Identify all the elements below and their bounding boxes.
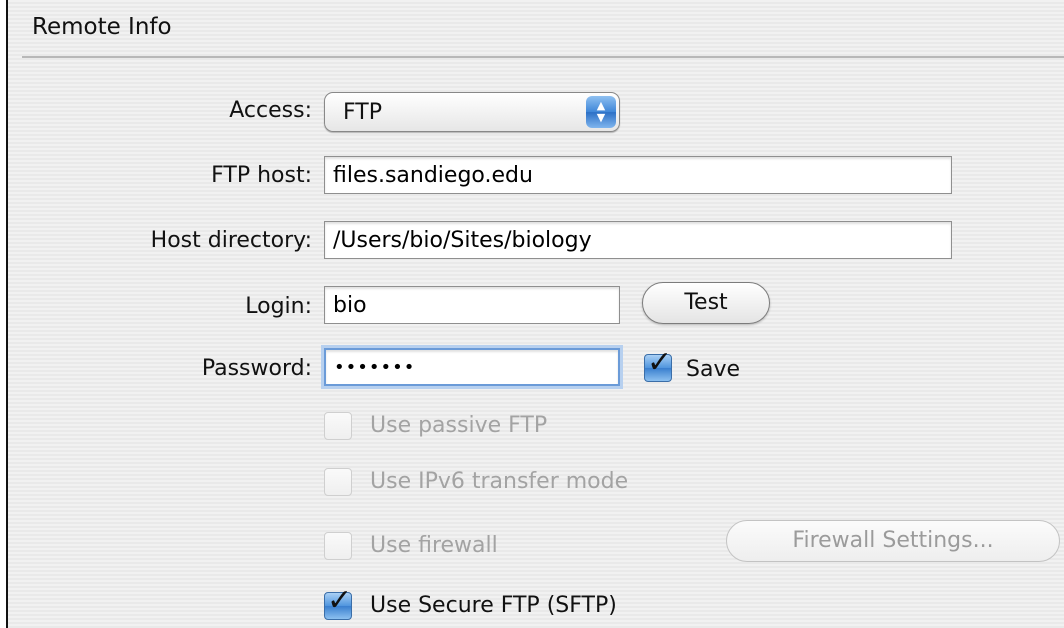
ipv6-checkbox[interactable]	[324, 468, 352, 496]
sftp-label: Use Secure FTP (SFTP)	[370, 593, 617, 618]
login-input[interactable]	[324, 286, 620, 324]
save-password-label: Save	[686, 357, 741, 382]
password-label: Password:	[201, 356, 312, 381]
firewall-label: Use firewall	[370, 533, 498, 558]
ftp-host-label: FTP host:	[211, 163, 312, 188]
save-password-checkbox[interactable]: ✓	[644, 345, 672, 382]
up-down-arrows-icon: ▲ ▼	[586, 96, 616, 128]
sftp-checkbox[interactable]: ✓	[324, 583, 352, 620]
passive-ftp-checkbox[interactable]	[324, 412, 352, 440]
access-select-value: FTP	[343, 100, 382, 125]
section-divider	[22, 56, 1064, 58]
test-button[interactable]: Test	[642, 282, 770, 324]
firewall-checkbox[interactable]	[324, 532, 352, 560]
ipv6-label: Use IPv6 transfer mode	[370, 469, 629, 494]
section-title: Remote Info	[32, 14, 172, 40]
login-label: Login:	[245, 294, 312, 319]
checkmark-icon: ✓	[327, 583, 353, 618]
firewall-settings-button[interactable]: Firewall Settings...	[726, 520, 1060, 562]
access-label: Access:	[229, 98, 312, 123]
passive-ftp-label: Use passive FTP	[370, 413, 548, 438]
host-directory-input[interactable]	[324, 221, 952, 259]
checkmark-icon: ✓	[647, 345, 673, 380]
ftp-host-input[interactable]	[324, 156, 952, 194]
password-input[interactable]	[324, 348, 620, 386]
host-directory-label: Host directory:	[150, 228, 312, 253]
access-select[interactable]: FTP ▲ ▼	[324, 92, 620, 132]
remote-info-panel: Remote Info Access: FTP ▲▼ FTP host: Hos…	[6, 0, 1064, 628]
